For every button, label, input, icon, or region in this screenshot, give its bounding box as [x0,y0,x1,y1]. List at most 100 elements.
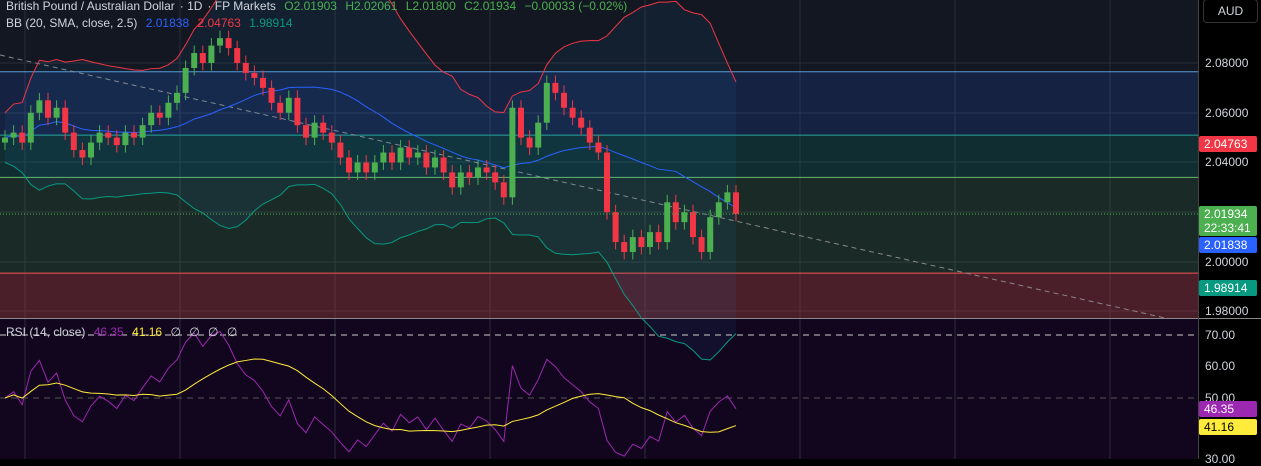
candle-body [500,182,507,198]
price-tick: 1.98000 [1205,304,1249,318]
candle-body [492,172,499,183]
candle-body [664,202,671,243]
candle-body [733,192,739,214]
candle-body [19,132,26,143]
price-tick: 2.00000 [1205,255,1249,269]
rsi-extra: ∅ [208,325,219,339]
rsi-tick: 30.00 [1205,452,1236,466]
candle-body [320,122,327,133]
ohlc-low: L2.01800 [405,0,456,13]
candle-body [698,237,705,253]
bb-lower-tag: 1.98914 [1199,280,1257,296]
bb-upper-value: 2.04763 [197,16,241,30]
last-price: 2.01934 [1204,207,1248,221]
candle-body [552,82,559,93]
rsi-ma-tag: 41.16 [1199,419,1257,435]
candle-body [406,147,413,158]
candle-body [724,192,731,203]
candle-body [612,212,619,243]
exchange: FP Markets [214,0,276,13]
candle-body [707,217,714,253]
bb-basis-value: 2.01838 [145,16,190,30]
symbol-title[interactable]: British Pound / Australian Dollar [6,0,175,13]
ohlc-open: O2.01903 [284,0,337,13]
candle-body [569,107,576,118]
candle-body [148,112,155,126]
price-chart[interactable] [0,0,1198,459]
candle-body [432,157,438,168]
candle-body [586,127,593,143]
price-axis[interactable]: AUD 2.08000 2.06000 2.04000 2.00000 1.98… [1198,0,1261,466]
candle-body [36,100,43,113]
ohlc-change: −0.00033 (−0.02%) [524,0,628,13]
candle-body [208,45,215,63]
rsi-extra: ∅ [170,325,181,339]
candle-body [526,137,533,148]
rsi-tick: 70.00 [1205,328,1236,342]
rsi-legend[interactable]: RSI (14, close) 46.35 41.16 ∅ ∅ ∅ ∅ [6,325,242,339]
candle-body [518,107,524,138]
candle-body [260,77,266,88]
symbol-legend: British Pound / Australian Dollar · 1D · F… [6,0,628,13]
candle-body [105,132,112,138]
candle-body [156,112,163,118]
ohlc-close: C2.01934 [464,0,517,13]
candle-body [79,150,86,158]
rsi-ma-value: 41.16 [132,325,163,339]
currency-button[interactable]: AUD [1203,0,1258,23]
candle-body [285,97,292,113]
candle-body [371,162,378,173]
bb-legend[interactable]: BB (20, SMA, close, 2.5) 2.01838 2.04763… [6,16,298,30]
candle-body [397,147,404,163]
candle-body [621,242,628,253]
candle-body [457,172,464,188]
candle-body [225,38,232,49]
candle-body [561,92,567,108]
candle-body [113,137,120,146]
candle-body [182,67,189,93]
bb-basis-tag: 2.01838 [1199,237,1257,253]
candle-body [483,167,490,173]
candle-body [311,122,318,138]
last-price-tag: 2.01934 22:33:41 [1199,206,1257,236]
price-tick: 2.08000 [1205,56,1249,70]
candle-body [629,237,636,253]
candle-body [242,63,249,73]
candle-body [53,107,60,118]
candle-body [191,53,198,68]
candle-body [277,102,284,113]
candle-body [337,142,344,158]
price-tick: 2.06000 [1205,106,1249,120]
candle-body [62,107,69,133]
bb-label: BB (20, SMA, close, 2.5) [6,16,138,30]
candle-body [346,157,352,173]
candle-body [715,202,722,218]
candle-body [466,172,473,178]
candle-body [165,102,172,118]
ohlc-high: H2.02061 [345,0,398,13]
rsi-extra: ∅ [226,325,238,339]
candle-body [27,112,34,143]
candle-body [199,53,206,63]
candle-body [543,82,550,123]
candle-body [122,132,129,146]
candle-body [380,152,387,163]
candle-body [2,137,8,143]
candle-body [647,232,653,248]
candle-body [690,212,696,238]
candle-body [423,152,430,168]
candle-body [535,122,542,148]
candle-body [328,132,335,143]
zone-fill [0,273,1198,318]
bar-countdown: 22:33:41 [1204,221,1251,235]
candle-body [475,167,481,178]
candle-body [604,152,610,213]
candle-body [509,107,516,198]
interval[interactable]: 1D [187,0,202,13]
candle-body [354,162,361,173]
bb-lower-value: 1.98914 [249,16,293,30]
candle-body [131,132,137,138]
rsi-tag: 46.35 [1199,401,1257,417]
rsi-value: 46.35 [93,325,124,339]
pane-divider[interactable] [1199,318,1261,319]
